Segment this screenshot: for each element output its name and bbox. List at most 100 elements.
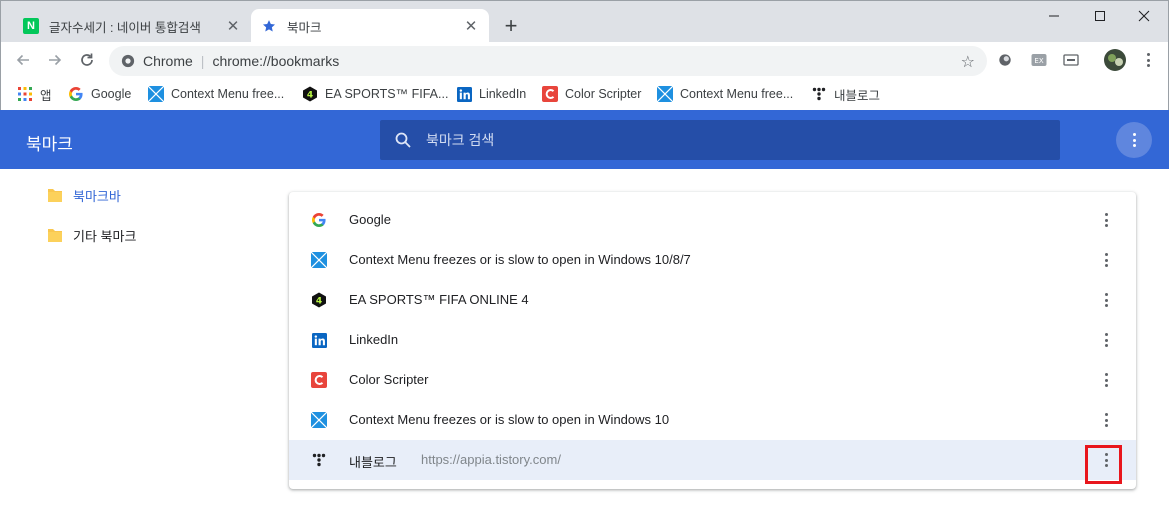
bookmark-title: Context Menu freezes or is slow to open … <box>349 252 691 267</box>
svg-text:4: 4 <box>307 91 313 101</box>
bookmarks-header: 북마크 <box>0 110 1169 169</box>
bookmark-title: Color Scripter <box>349 372 429 387</box>
bookmarks-bar-item[interactable]: Color Scripter <box>542 84 641 104</box>
folder-label: 기타 북마크 <box>73 228 137 244</box>
url-text[interactable]: chrome://bookmarks <box>212 53 339 69</box>
star-icon <box>261 18 277 34</box>
bookmark-row[interactable]: LinkedIn <box>289 320 1136 360</box>
bookmarks-bar-item[interactable]: LinkedIn <box>456 84 526 104</box>
bookmark-label: 내블로그 <box>834 88 881 103</box>
back-button[interactable] <box>11 48 35 72</box>
svg-text:4: 4 <box>316 297 322 307</box>
maximize-button[interactable] <box>1077 5 1123 27</box>
bookmark-label: EA SPORTS™ FIFA... <box>325 87 449 101</box>
bookmark-label: Context Menu free... <box>171 87 285 101</box>
folder-label: 북마크바 <box>73 188 121 204</box>
more-actions-button[interactable] <box>1094 248 1118 272</box>
folder-sidebar: 북마크바 기타 북마크 <box>0 169 280 529</box>
bookmark-title: Context Menu freezes or is slow to open … <box>349 412 670 427</box>
bookmark-row[interactable]: Color Scripter <box>289 360 1136 400</box>
bookmark-row[interactable]: Context Menu freezes or is slow to open … <box>289 240 1136 280</box>
forward-button[interactable] <box>43 48 67 72</box>
bookmarks-bar: 앱 Google Context Menu free... 4 EA SPORT… <box>0 78 1169 110</box>
bookmark-row[interactable]: Context Menu freezes or is slow to open … <box>289 400 1136 440</box>
google-icon <box>311 212 327 228</box>
tistory-icon <box>811 86 827 102</box>
bookmarks-bar-item[interactable]: 4 EA SPORTS™ FIFA... <box>302 84 448 104</box>
bookmark-row[interactable]: Google <box>289 200 1136 240</box>
bookmark-title: LinkedIn <box>349 332 399 347</box>
windows-icon <box>657 86 673 102</box>
linkedin-icon <box>311 332 327 348</box>
bookmark-row[interactable]: 4 EA SPORTS™ FIFA ONLINE 4 <box>289 280 1136 320</box>
profile-avatar[interactable] <box>1104 49 1126 71</box>
tistory-icon <box>311 452 327 468</box>
divider: | <box>200 53 205 69</box>
more-actions-button[interactable] <box>1094 408 1118 432</box>
more-actions-button[interactable] <box>1094 288 1118 312</box>
close-icon[interactable]: ✕ <box>225 18 241 35</box>
organize-menu-button[interactable] <box>1116 122 1152 158</box>
fifa-icon: 4 <box>302 86 318 102</box>
tab-bookmarks[interactable]: 북마크 ✕ <box>251 9 489 43</box>
apps-grid-icon <box>17 86 33 102</box>
search-bar[interactable] <box>380 120 1060 160</box>
tab-strip: N 글자수세기 : 네이버 통합검색 ✕ 북마크 ✕ + <box>0 0 1169 43</box>
bookmarks-bar-item[interactable]: 내블로그 <box>811 84 880 104</box>
close-window-button[interactable] <box>1121 5 1167 27</box>
extension-circle-icon[interactable] <box>997 52 1013 68</box>
more-actions-button[interactable] <box>1094 208 1118 232</box>
naver-n-icon: N <box>23 18 39 34</box>
bookmarks-bar-item[interactable]: Context Menu free... <box>657 84 793 104</box>
more-vert-icon <box>1132 133 1136 147</box>
site-label: Chrome <box>143 53 193 69</box>
bookmark-list: Google Context Menu freezes or is slow t… <box>289 192 1136 489</box>
tab-title: 글자수세기 : 네이버 통합검색 <box>49 20 201 35</box>
address-bar[interactable]: Chrome | chrome://bookmarks ☆ <box>109 46 987 76</box>
close-icon[interactable]: ✕ <box>463 18 479 35</box>
windows-icon <box>311 412 327 428</box>
bookmark-label: LinkedIn <box>479 87 527 101</box>
fifa-icon: 4 <box>311 292 327 308</box>
svg-text:EX: EX <box>1034 57 1043 65</box>
page-title: 북마크 <box>26 135 73 154</box>
more-actions-button[interactable] <box>1094 328 1118 352</box>
bookmarks-bar-item[interactable]: 앱 <box>17 84 52 104</box>
bookmark-title: 내블로그 <box>349 455 397 470</box>
bookmarks-bar-item[interactable]: Context Menu free... <box>148 84 284 104</box>
tab-naver-search[interactable]: N 글자수세기 : 네이버 통합검색 ✕ <box>13 9 251 43</box>
tab-title: 북마크 <box>287 20 322 35</box>
linkedin-icon <box>456 86 472 102</box>
folder-open-icon <box>46 186 64 204</box>
search-icon <box>394 131 412 149</box>
sidebar-item-other-bookmarks[interactable]: 기타 북마크 <box>46 223 136 247</box>
sidebar-item-bookmarks-bar[interactable]: 북마크바 <box>46 183 121 207</box>
folder-icon <box>46 226 64 244</box>
bookmark-label: Context Menu free... <box>680 87 794 101</box>
google-icon <box>68 86 84 102</box>
bookmark-label: Google <box>91 87 132 101</box>
bookmark-url: https://appia.tistory.com/ <box>421 452 561 467</box>
minimize-button[interactable] <box>1031 5 1077 27</box>
color-scripter-icon <box>311 372 327 388</box>
search-input[interactable] <box>426 132 1026 148</box>
bookmark-label: 앱 <box>40 88 52 103</box>
chrome-icon <box>121 54 135 68</box>
new-tab-button[interactable]: + <box>499 15 523 39</box>
extension-card-icon[interactable] <box>1063 52 1079 68</box>
chrome-menu-button[interactable] <box>1140 52 1156 68</box>
bookmark-label: Color Scripter <box>565 87 642 101</box>
windows-icon <box>148 86 164 102</box>
bookmark-title: Google <box>349 212 391 227</box>
extension-ex-icon[interactable]: EX <box>1031 52 1047 68</box>
more-actions-button[interactable] <box>1094 368 1118 392</box>
bookmarks-bar-item[interactable]: Google <box>68 84 131 104</box>
highlight-box <box>1085 445 1122 484</box>
bookmark-title: EA SPORTS™ FIFA ONLINE 4 <box>349 292 529 307</box>
color-scripter-icon <box>542 86 558 102</box>
toolbar: Chrome | chrome://bookmarks ☆ EX <box>0 42 1169 78</box>
bookmark-star-icon[interactable]: ☆ <box>961 52 975 72</box>
windows-icon <box>311 252 327 268</box>
bookmark-row-selected[interactable]: 내블로그 https://appia.tistory.com/ <box>289 440 1136 484</box>
reload-button[interactable] <box>75 48 99 72</box>
